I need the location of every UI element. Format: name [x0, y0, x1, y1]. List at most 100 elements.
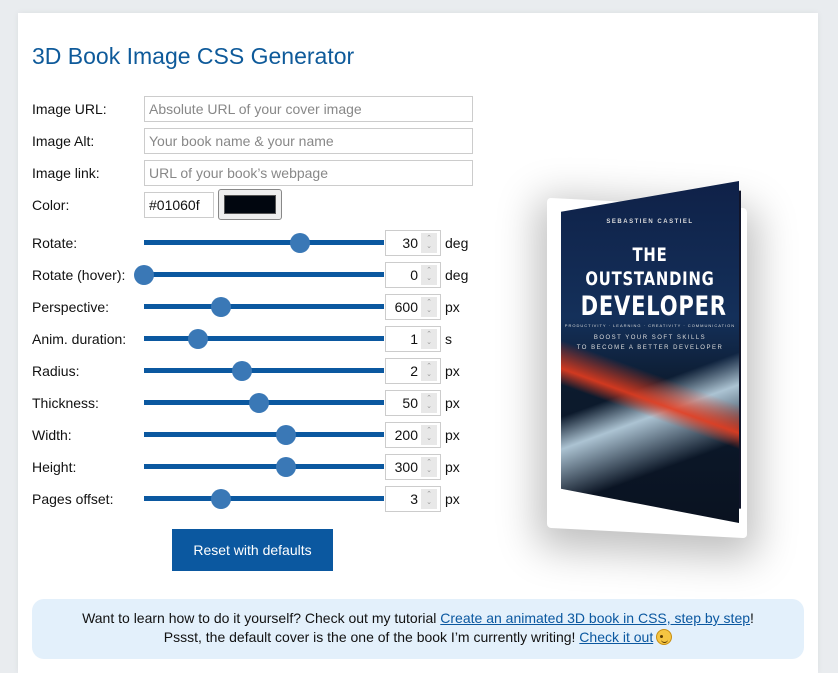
number-value[interactable]: 300: [395, 459, 419, 475]
color-swatch: [224, 195, 276, 214]
slider-track[interactable]: [144, 464, 384, 469]
spinner-icon[interactable]: ⌃ ⌄: [421, 361, 437, 381]
number-input[interactable]: 2 ⌃ ⌄: [385, 358, 441, 384]
range-slider[interactable]: [144, 457, 384, 477]
number-input[interactable]: 0 ⌃ ⌄: [385, 262, 441, 288]
slider-thumb[interactable]: [210, 489, 231, 509]
spinner-icon[interactable]: ⌃ ⌄: [421, 297, 437, 317]
range-slider[interactable]: [144, 425, 384, 445]
number-value[interactable]: 600: [395, 299, 419, 315]
spinner-icon[interactable]: ⌃ ⌄: [421, 265, 437, 285]
number-value[interactable]: 30: [402, 235, 419, 251]
unit-label: deg: [445, 235, 469, 251]
page-title: 3D Book Image CSS Generator: [32, 43, 355, 69]
slider-label: Anim. duration:: [32, 331, 127, 347]
spinner-icon[interactable]: ⌃ ⌄: [421, 233, 437, 253]
slider-track[interactable]: [144, 336, 384, 341]
color-picker-button[interactable]: [218, 189, 282, 220]
unit-label: px: [445, 395, 460, 411]
slider-label: Radius:: [32, 363, 80, 379]
slider-track[interactable]: [144, 432, 384, 437]
slider-label: Perspective:: [32, 299, 110, 315]
slider-thumb[interactable]: [249, 393, 270, 413]
unit-label: px: [445, 427, 460, 443]
unit-label: px: [445, 491, 460, 507]
slider-label: Rotate (hover):: [32, 267, 126, 283]
number-value[interactable]: 0: [410, 267, 419, 283]
spinner-icon[interactable]: ⌃ ⌄: [421, 425, 437, 445]
number-input[interactable]: 600 ⌃ ⌄: [385, 294, 441, 320]
book-tags: PRODUCTIVITY · LEARNING · CREATIVITY · C…: [564, 323, 736, 328]
book-subtitle-line1: BOOST YOUR SOFT SKILLS: [593, 335, 707, 341]
range-slider[interactable]: [134, 265, 384, 285]
book-title: THE OUTSTANDING DEVELOPER: [580, 243, 727, 323]
color-label: Color:: [32, 197, 70, 213]
range-slider[interactable]: [144, 329, 384, 349]
slider-thumb[interactable]: [232, 361, 253, 381]
slider-track[interactable]: [144, 304, 384, 309]
image-alt-input[interactable]: [144, 128, 473, 154]
slider-thumb[interactable]: [290, 233, 310, 253]
slider-thumb[interactable]: [188, 329, 208, 349]
slider-track[interactable]: [144, 240, 384, 245]
check-it-out-link[interactable]: Check it out: [579, 629, 653, 645]
info-banner: Want to learn how to do it yourself? Che…: [32, 599, 804, 659]
number-input[interactable]: 200 ⌃ ⌄: [385, 422, 441, 448]
slider-thumb[interactable]: [134, 265, 154, 285]
spinner-icon[interactable]: ⌃ ⌄: [421, 489, 437, 509]
range-slider[interactable]: [144, 233, 384, 253]
spinner-icon[interactable]: ⌃ ⌄: [421, 329, 437, 349]
number-value[interactable]: 1: [410, 331, 419, 347]
unit-label: px: [445, 299, 460, 315]
unit-label: px: [445, 363, 460, 379]
image-link-input[interactable]: [144, 160, 473, 186]
book-subtitle-line2: TO BECOME A BETTER DEVELOPER: [576, 345, 724, 351]
winking-face-icon: [656, 629, 673, 645]
image-alt-label: Image Alt:: [32, 133, 95, 149]
number-input[interactable]: 300 ⌃ ⌄: [385, 454, 441, 480]
number-value[interactable]: 200: [395, 427, 419, 443]
reset-defaults-button[interactable]: Reset with defaults: [172, 529, 333, 571]
book-author: SEBASTIEN CASTIEL: [606, 219, 694, 225]
spinner-icon[interactable]: ⌃ ⌄: [421, 457, 437, 477]
slider-label: Height:: [32, 459, 77, 475]
slider-thumb[interactable]: [275, 425, 296, 445]
range-slider[interactable]: [144, 489, 384, 509]
book-title-line2: DEVELOPER: [580, 291, 727, 322]
book-subtitle: BOOST YOUR SOFT SKILLS TO BECOME A BETTE…: [561, 333, 739, 353]
unit-label: s: [445, 331, 452, 347]
range-slider[interactable]: [144, 297, 384, 317]
slider-track[interactable]: [144, 496, 384, 501]
book-preview[interactable]: SEBASTIEN CASTIEL THE OUTSTANDING DEVELO…: [523, 163, 763, 533]
slider-thumb[interactable]: [210, 297, 231, 317]
color-hex-input[interactable]: [144, 192, 214, 218]
book-cover: SEBASTIEN CASTIEL THE OUTSTANDING DEVELO…: [561, 181, 739, 523]
slider-label: Pages offset:: [32, 491, 114, 507]
slider-label: Rotate:: [32, 235, 78, 251]
unit-label: deg: [445, 267, 469, 283]
tutorial-link[interactable]: Create an animated 3D book in CSS, step …: [440, 610, 750, 626]
info-line1-text: Want to learn how to do it yourself? Che…: [82, 610, 441, 626]
image-url-input[interactable]: [144, 96, 473, 122]
generator-card: 3D Book Image CSS Generator Image URL: I…: [18, 13, 818, 673]
range-slider[interactable]: [144, 361, 384, 381]
slider-label: Width:: [32, 427, 72, 443]
image-url-label: Image URL:: [32, 101, 107, 117]
number-input[interactable]: 50 ⌃ ⌄: [385, 390, 441, 416]
slider-thumb[interactable]: [275, 457, 296, 477]
number-value[interactable]: 3: [410, 491, 419, 507]
slider-track[interactable]: [144, 272, 384, 277]
number-input[interactable]: 1 ⌃ ⌄: [385, 326, 441, 352]
info-line1-end: !: [750, 610, 754, 626]
image-link-label: Image link:: [32, 165, 100, 181]
number-value[interactable]: 50: [402, 395, 419, 411]
number-value[interactable]: 2: [410, 363, 419, 379]
number-input[interactable]: 3 ⌃ ⌄: [385, 486, 441, 512]
book-title-line1: THE OUTSTANDING: [585, 244, 715, 290]
number-input[interactable]: 30 ⌃ ⌄: [385, 230, 441, 256]
slider-track[interactable]: [144, 368, 384, 373]
slider-label: Thickness:: [32, 395, 99, 411]
spinner-icon[interactable]: ⌃ ⌄: [421, 393, 437, 413]
info-line2-text: Pssst, the default cover is the one of t…: [163, 629, 580, 645]
range-slider[interactable]: [144, 393, 384, 413]
